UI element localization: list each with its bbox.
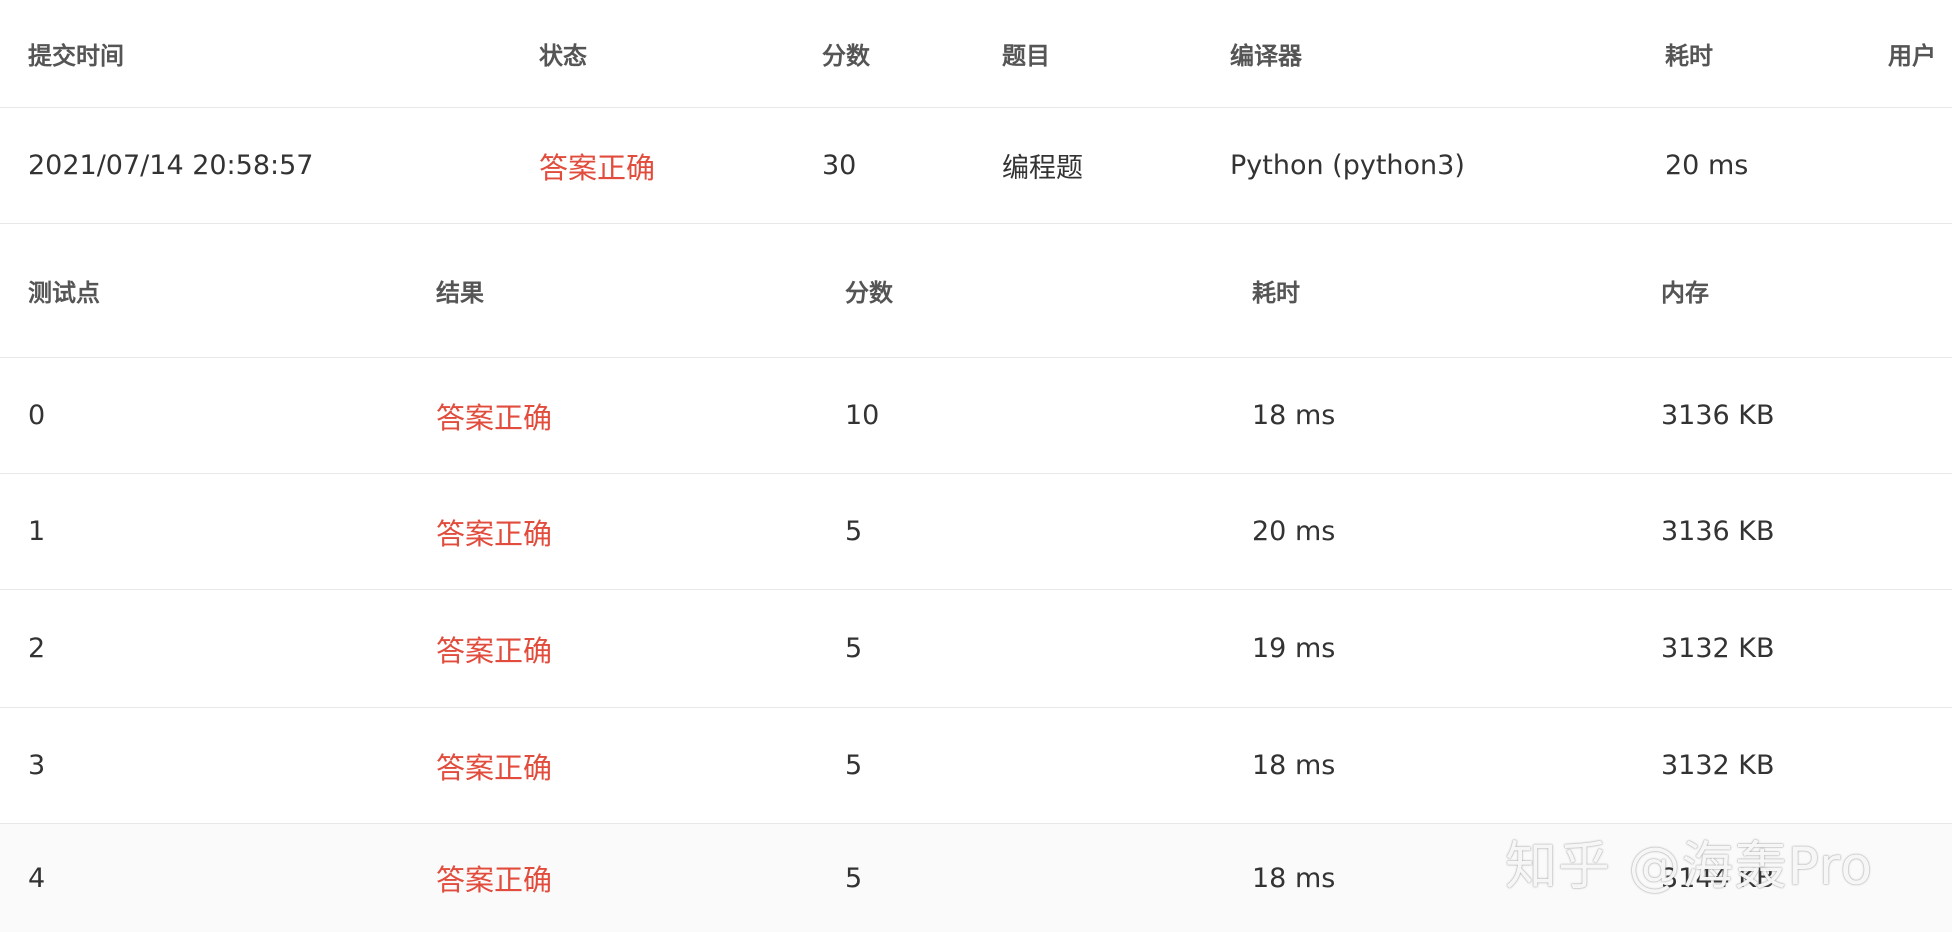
testcase-result: 答案正确 — [436, 863, 553, 897]
header-tc-memory: 内存 — [1661, 279, 1709, 307]
testcase-memory: 3136 KB — [1661, 400, 1775, 431]
testcase-memory: 3136 KB — [1661, 516, 1775, 547]
testcase-score: 10 — [845, 400, 880, 431]
header-compiler: 编译器 — [1230, 42, 1302, 70]
header-tc-time: 耗时 — [1252, 279, 1300, 307]
testcase-result: 答案正确 — [436, 633, 553, 668]
testcase-score: 5 — [845, 516, 863, 547]
table-row: 3 答案正确 5 18 ms 3132 KB — [0, 708, 1952, 824]
testcase-id: 0 — [28, 400, 46, 431]
testcase-time: 19 ms — [1252, 633, 1336, 664]
testcase-memory: 3132 KB — [1661, 750, 1775, 781]
testcase-time: 18 ms — [1252, 862, 1336, 894]
submission-header-row: 提交时间 状态 分数 题目 编译器 耗时 用户 — [0, 0, 1952, 108]
submission-row: 2021/07/14 20:58:57 答案正确 30 编程题 Python (… — [0, 108, 1952, 224]
header-score: 分数 — [822, 42, 870, 70]
testcase-id: 3 — [28, 750, 46, 781]
testcase-score: 5 — [845, 862, 863, 894]
submission-status: 答案正确 — [539, 150, 656, 185]
header-result: 结果 — [436, 279, 484, 307]
table-row: 0 答案正确 10 18 ms 3136 KB — [0, 358, 1952, 474]
submission-problem-link[interactable]: 编程题 — [1002, 108, 1083, 223]
header-testcase: 测试点 — [28, 279, 100, 307]
submission-compiler: Python (python3) — [1230, 150, 1465, 181]
submission-time: 2021/07/14 20:58:57 — [28, 150, 314, 181]
testcase-memory: 3144 KB — [1661, 862, 1775, 894]
testcase-result: 答案正确 — [436, 400, 553, 435]
testcase-score: 5 — [845, 633, 863, 664]
testcase-result: 答案正确 — [436, 750, 553, 785]
header-elapsed: 耗时 — [1665, 42, 1713, 70]
testcase-score: 5 — [845, 750, 863, 781]
testcase-header-row: 测试点 结果 分数 耗时 内存 — [0, 224, 1952, 358]
testcase-time: 18 ms — [1252, 400, 1336, 431]
testcase-result: 答案正确 — [436, 516, 553, 551]
header-submit-time: 提交时间 — [28, 42, 124, 70]
testcase-time: 18 ms — [1252, 750, 1336, 781]
table-row: 4 答案正确 5 18 ms 3144 KB — [0, 824, 1952, 932]
submission-score: 30 — [822, 150, 857, 181]
testcase-memory: 3132 KB — [1661, 633, 1775, 664]
testcase-id: 1 — [28, 516, 46, 547]
table-row: 2 答案正确 5 19 ms 3132 KB — [0, 590, 1952, 708]
header-user: 用户 — [1888, 42, 1936, 70]
testcase-id: 4 — [28, 862, 46, 894]
header-problem: 题目 — [1002, 42, 1050, 70]
testcase-time: 20 ms — [1252, 516, 1336, 547]
table-row: 1 答案正确 5 20 ms 3136 KB — [0, 474, 1952, 590]
submission-elapsed: 20 ms — [1665, 150, 1749, 181]
header-status: 状态 — [539, 42, 587, 70]
testcase-id: 2 — [28, 633, 46, 664]
header-tc-score: 分数 — [845, 279, 893, 307]
